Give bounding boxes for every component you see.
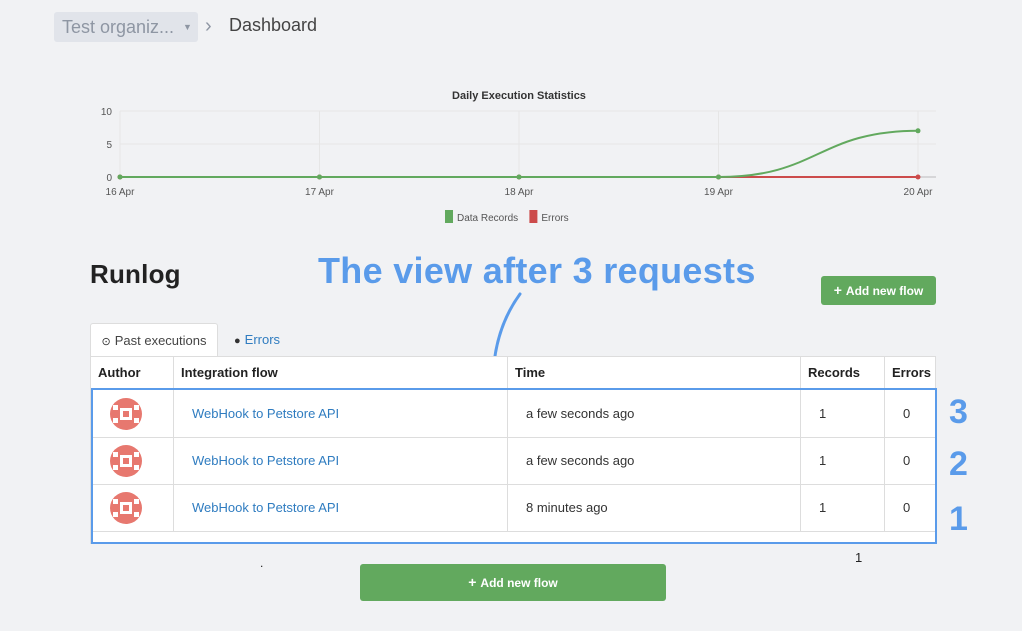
data-point (716, 174, 721, 180)
exclamation-circle-icon: ● (234, 335, 241, 347)
runlog-title: Runlog (90, 259, 181, 289)
x-tick-label: 16 Apr (106, 187, 136, 198)
annotation-title: The view after 3 requests (318, 250, 756, 291)
chart-title: Daily Execution Statistics (452, 90, 586, 102)
pagination-page[interactable]: 1 (855, 550, 862, 565)
column-header-author[interactable]: Author (98, 356, 141, 389)
column-header-errors[interactable]: Errors (892, 356, 931, 389)
x-tick-label: 19 Apr (704, 187, 734, 198)
breadcrumb-current: Dashboard (229, 15, 318, 35)
annotation-row-number: 3 (949, 393, 968, 431)
column-header-integration-flow[interactable]: Integration flow (181, 356, 278, 389)
y-tick-label: 10 (101, 107, 113, 118)
add-new-flow-label: Add new flow (845, 284, 924, 298)
annotation-row-number: 2 (949, 445, 968, 483)
tab-label: Errors (244, 332, 281, 347)
caret-down-icon: ▼ (183, 22, 192, 32)
stray-dot: . (260, 556, 264, 570)
plus-icon: + (468, 574, 477, 590)
data-point (516, 174, 522, 180)
legend-label: Errors (541, 213, 568, 224)
add-new-flow-label: Add new flow (480, 576, 558, 590)
data-point (317, 174, 322, 180)
tab-label: Past executions (114, 333, 207, 348)
legend-label: Data Records (457, 213, 518, 224)
plus-icon: + (833, 282, 842, 298)
annotation-highlight-box (91, 388, 937, 544)
x-tick-label: 17 Apr (305, 187, 335, 198)
y-tick-label: 0 (106, 173, 112, 184)
organization-select[interactable]: Test organiz... ▼ (54, 12, 198, 42)
data-point (915, 128, 921, 134)
tab-errors[interactable]: ● Errors (234, 323, 280, 357)
legend-swatch (529, 210, 538, 223)
y-tick-label: 5 (106, 140, 112, 151)
annotation-row-number: 1 (949, 500, 968, 538)
chevron-right-icon: › (205, 15, 212, 37)
x-tick-label: 20 Apr (904, 187, 934, 198)
clock-icon: ⊙ (101, 336, 111, 348)
x-tick-label: 18 Apr (505, 187, 535, 198)
tab-past-executions[interactable]: ⊙ Past executions (90, 323, 218, 357)
column-header-records[interactable]: Records (808, 356, 860, 389)
column-header-time[interactable]: Time (515, 356, 545, 389)
organization-label: Test organiz... (62, 17, 175, 37)
legend-swatch (445, 210, 453, 223)
data-point (915, 174, 921, 180)
add-new-flow-button[interactable]: + Add new flow (821, 276, 936, 305)
data-point (117, 174, 123, 180)
add-new-flow-button-bottom[interactable]: + Add new flow (360, 564, 666, 601)
daily-execution-chart: Daily Execution Statistics 0 5 10 16 Apr 17 A… (101, 90, 936, 224)
